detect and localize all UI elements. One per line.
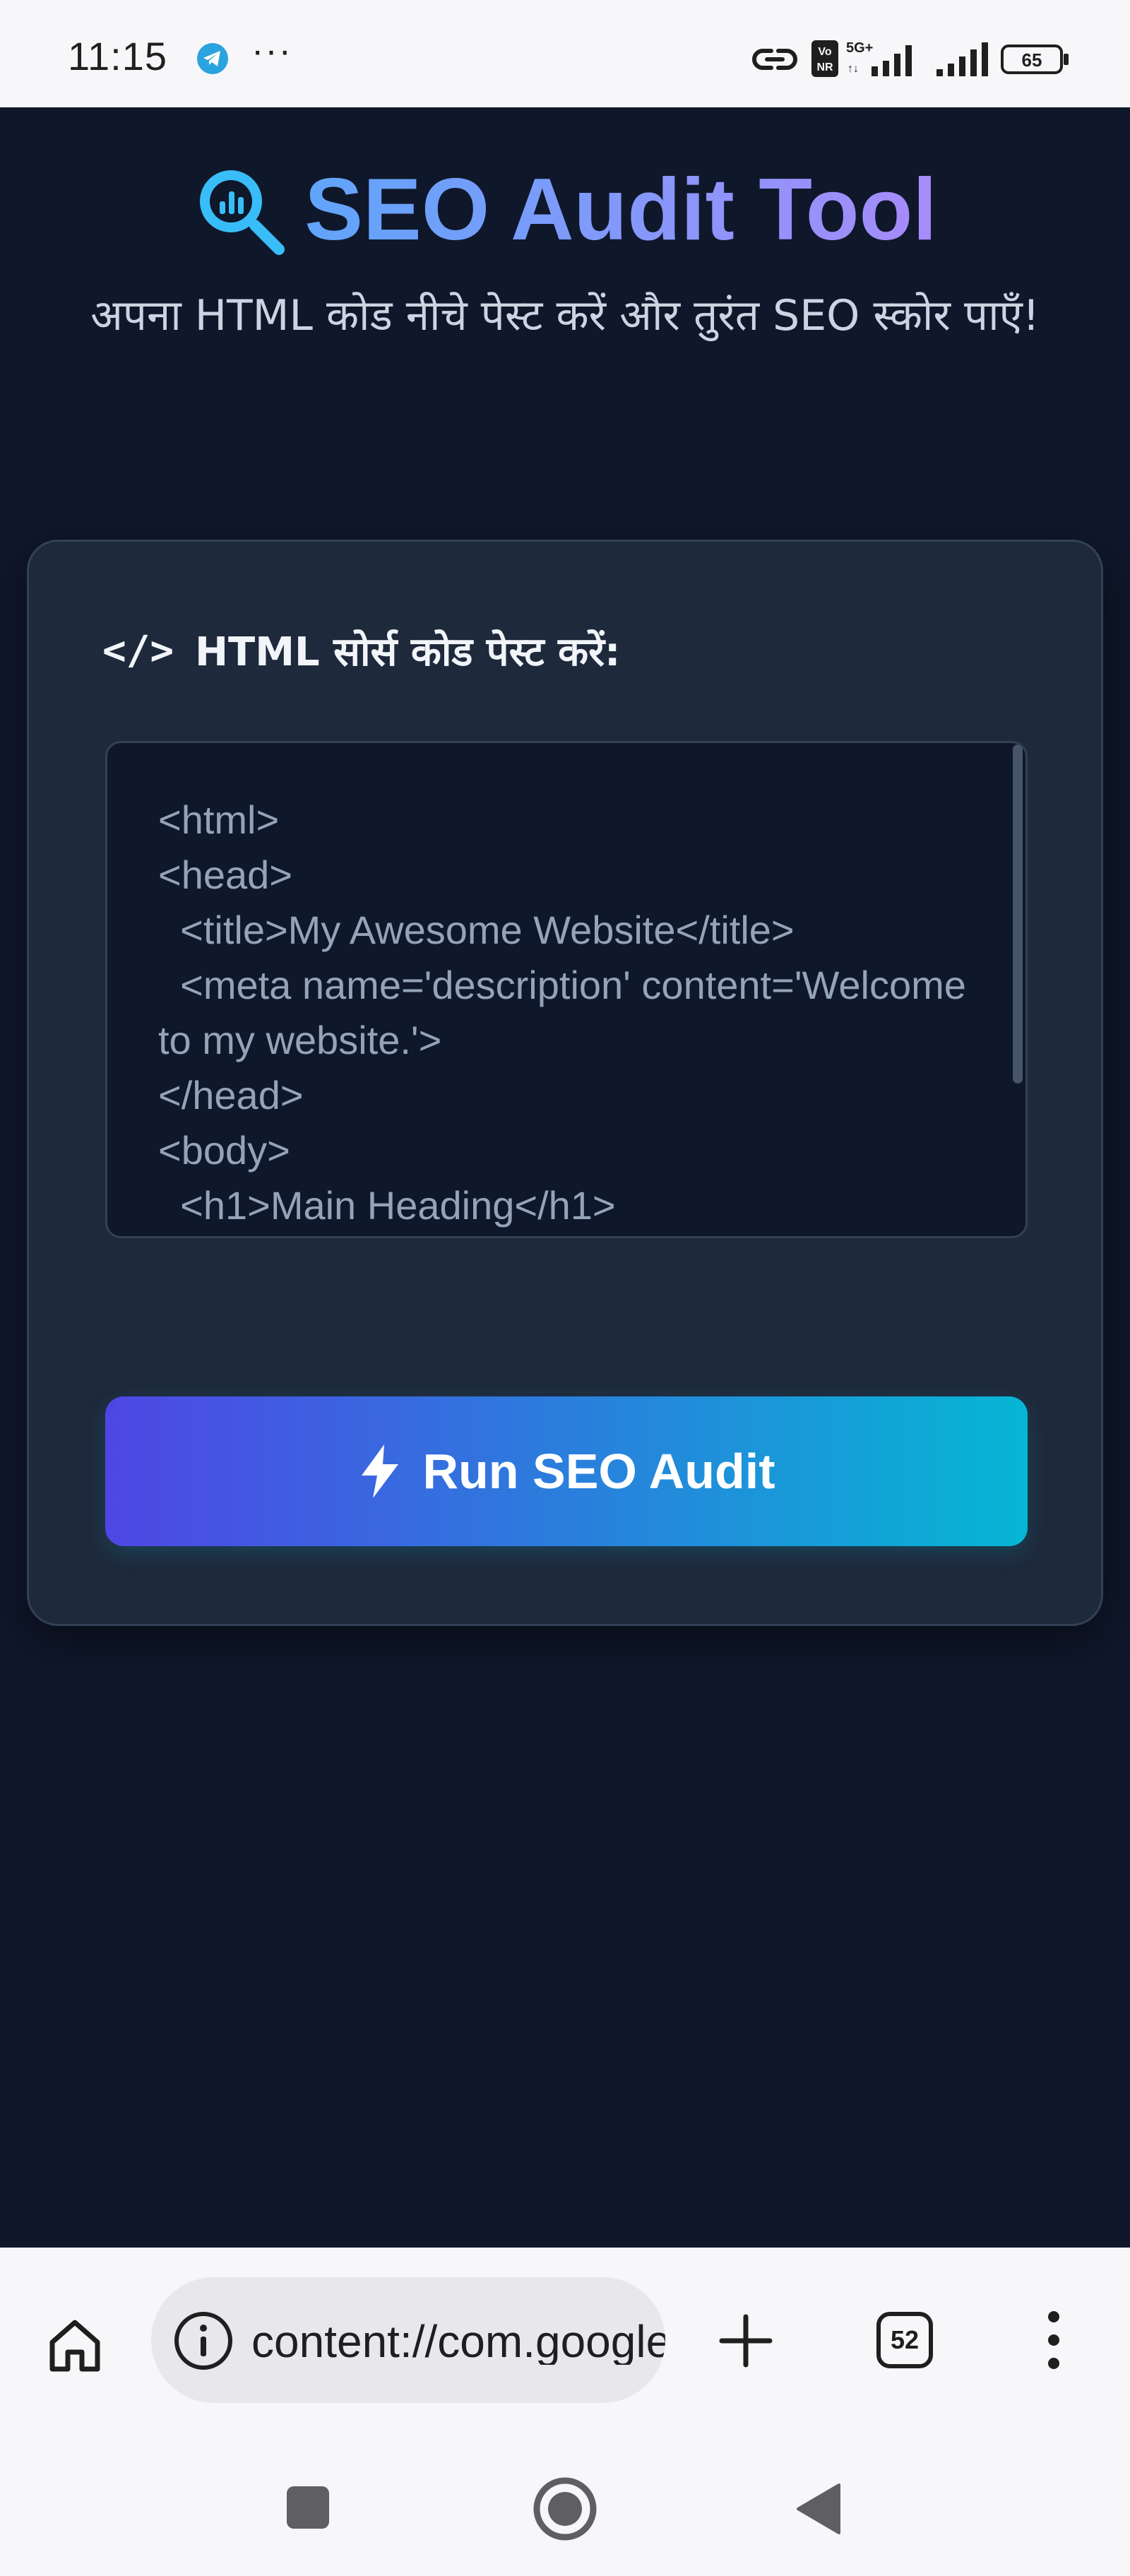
- page-subtitle: अपना HTML कोड नीचे पेस्ट करें और तुरंत S…: [90, 291, 1040, 340]
- battery-icon: 65: [1001, 44, 1069, 74]
- web-content: SEO Audit Tool अपना HTML कोड नीचे पेस्ट …: [0, 107, 1130, 2248]
- info-icon[interactable]: [172, 2310, 234, 2372]
- kebab-menu-icon[interactable]: [1038, 2308, 1069, 2372]
- run-button-label: Run SEO Audit: [422, 1444, 775, 1499]
- html-source-placeholder: <html> <head> <title>My Awesome Website<…: [158, 797, 966, 1228]
- lightning-bolt-icon: [362, 1444, 399, 1498]
- tab-count: 52: [890, 2325, 920, 2354]
- signal-icon: [936, 42, 988, 76]
- volte-top-text: Vo: [818, 46, 831, 58]
- status-time: 11:15: [68, 34, 167, 78]
- browser-toolbar: content://com.google.android.apps.nbu.fi…: [0, 2248, 1130, 2431]
- telegram-icon: [197, 43, 228, 74]
- html-source-input[interactable]: <html> <head> <title>My Awesome Website<…: [105, 741, 1028, 1238]
- address-text: content://com.google.android.apps.nbu.fi…: [251, 2318, 665, 2365]
- home-icon[interactable]: [45, 2315, 105, 2375]
- input-label: HTML सोर्स कोड पेस्ट करें:: [195, 629, 621, 675]
- battery-level: 65: [1022, 49, 1042, 71]
- more-notifications-icon: ···: [251, 30, 292, 71]
- page-title: SEO Audit Tool: [304, 157, 936, 263]
- link-icon: [752, 49, 797, 70]
- nav-home-icon[interactable]: [533, 2476, 597, 2541]
- signal-5g-icon: 5G+ ↑↓: [846, 40, 912, 76]
- recents-icon[interactable]: [285, 2485, 331, 2530]
- run-seo-audit-button[interactable]: Run SEO Audit: [105, 1396, 1028, 1546]
- volte-bottom-text: NR: [816, 61, 833, 73]
- status-bar: 11:15 ··· Vo NR 5G+ ↑↓ 65: [0, 0, 1130, 107]
- magnifier-chart-icon: [200, 170, 285, 255]
- tab-switcher-button[interactable]: 52: [876, 2311, 934, 2369]
- input-section-label: </> HTML सोर्स कोड पेस्ट करें:: [102, 622, 620, 679]
- textarea-scrollbar[interactable]: [1013, 744, 1023, 1084]
- volte-icon: Vo NR: [811, 40, 838, 77]
- audit-card: </> HTML सोर्स कोड पेस्ट करें: <html> <h…: [27, 540, 1103, 1626]
- new-tab-plus-icon[interactable]: [718, 2313, 774, 2369]
- back-icon[interactable]: [795, 2482, 842, 2536]
- app-header: SEO Audit Tool: [0, 157, 1130, 263]
- svg-text:↑↓: ↑↓: [848, 63, 859, 75]
- address-bar[interactable]: content://com.google.android.apps.nbu.fi…: [151, 2277, 665, 2403]
- network-type-text: 5G+: [846, 40, 873, 56]
- system-nav-bar: [0, 2431, 1130, 2576]
- code-brackets-icon: </>: [102, 627, 174, 674]
